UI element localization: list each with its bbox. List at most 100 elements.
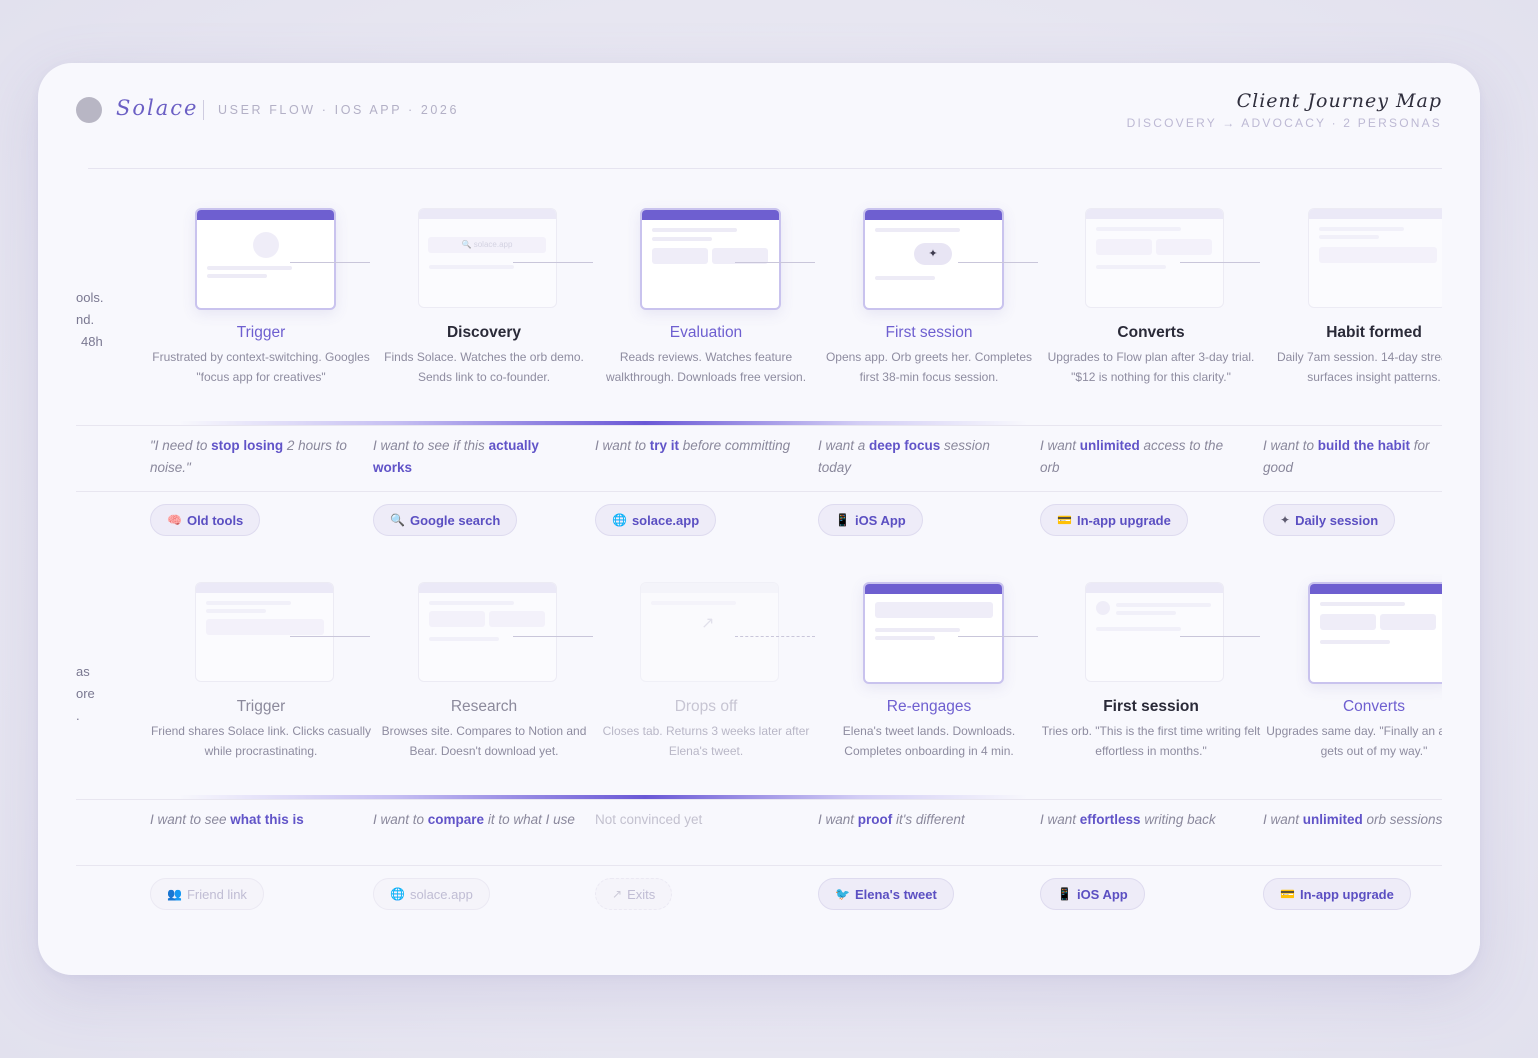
stage-description: Frustrated by context-switching. Googles… [152, 350, 370, 384]
user-quote: "I need to stop losing 2 hours to noise.… [150, 438, 347, 475]
stage-title: First session [885, 324, 973, 341]
screen-thumbnail[interactable] [195, 208, 336, 310]
row-divider [76, 491, 1442, 492]
edge-line: 48h [81, 334, 103, 349]
user-quote: I want unlimited access to the orb [1040, 438, 1224, 475]
stage-title: Drops off [674, 698, 738, 715]
stage-description: Opens app. Orb greets her. Completes fir… [825, 350, 1033, 384]
screen-thumbnail[interactable]: ↗ [640, 582, 779, 682]
flow-connector [958, 636, 1038, 637]
flow-connector [513, 262, 593, 263]
stage-title: Discovery [446, 324, 522, 341]
screen-thumbnail[interactable] [1085, 582, 1224, 682]
touchpoint-pill[interactable]: 🌐 solace.app [595, 504, 717, 536]
user-quote: I want effortless writing back [1040, 812, 1216, 827]
touchpoint-pill[interactable]: 🌐 solace.app [373, 878, 490, 910]
stage-description: Browses site. Compares to Notion and Bea… [381, 724, 587, 758]
flow-connector [735, 262, 815, 263]
stage-description: Upgrades to Flow plan after 3-day trial.… [1047, 350, 1255, 384]
edge-line: nd. [76, 312, 95, 327]
header-divider [203, 100, 204, 120]
stage-title: Trigger [236, 698, 286, 715]
users-icon: 👥 [167, 887, 182, 901]
stage-title: Trigger [236, 324, 286, 341]
user-quote: I want proof it's different [818, 812, 965, 827]
touchpoint-pill[interactable]: 🔍 Google search [373, 504, 518, 536]
persona1-edge-text: ools. nd. 48h [76, 287, 103, 353]
stage-title: Research [450, 698, 518, 715]
orb-icon: ✦ [914, 243, 952, 265]
phone-icon: 📱 [1057, 887, 1072, 901]
stage-description: Finds Solace. Watches the orb demo. Send… [384, 350, 584, 384]
edge-line: as [76, 664, 90, 679]
flow-connector [290, 262, 370, 263]
user-quote: I want to compare it to what I use [373, 812, 575, 827]
card-icon: 💳 [1280, 887, 1295, 901]
user-quote: I want a deep focus session today [818, 438, 990, 475]
brand-name: Solace [116, 96, 199, 120]
touchpoint-pill[interactable]: 💳 In-app upgrade [1040, 504, 1188, 536]
row-divider [76, 425, 1442, 426]
map-subtitle: DISCOVERY → ADVOCACY · 2 PERSONAS [1126, 116, 1442, 130]
touchpoint-pill[interactable]: ↗ Exits [595, 878, 673, 910]
user-quote: I want to try it before committing [595, 438, 791, 453]
map-title: Client Journey Map [1236, 90, 1442, 112]
touchpoint-pill[interactable]: 📱 iOS App [1040, 878, 1145, 910]
edge-line: . [76, 708, 80, 723]
screen-thumbnail[interactable] [1085, 208, 1224, 308]
globe-icon: 🌐 [390, 887, 405, 901]
screen-thumbnail[interactable] [863, 582, 1004, 684]
flow-connector [1180, 636, 1260, 637]
screen-thumbnail[interactable] [640, 208, 781, 310]
persona2-edge-text: as ore . [76, 661, 95, 727]
card-icon: 💳 [1057, 513, 1072, 527]
search-bar: 🔍 solace.app [428, 237, 546, 253]
user-quote: I want to see if this actually works [373, 438, 539, 475]
screen-thumbnail[interactable] [418, 582, 557, 682]
screen-thumbnail[interactable] [1308, 208, 1447, 308]
edge-line: ools. [76, 290, 104, 305]
phone-icon: 📱 [835, 513, 850, 527]
screen-thumbnail[interactable]: ✦ [863, 208, 1004, 310]
touchpoint-pill[interactable]: ✦ Daily session [1263, 504, 1396, 536]
user-quote: I want to see what this is [150, 812, 304, 827]
right-edge-mask [1442, 63, 1480, 975]
screen-thumbnail[interactable] [195, 582, 334, 682]
flow-connector [1180, 262, 1260, 263]
stage-description: Closes tab. Returns 3 weeks later after … [602, 724, 810, 758]
touchpoint-pill[interactable]: 🧠 Old tools [150, 504, 261, 536]
user-quote: I want to build the habit for good [1263, 438, 1430, 475]
touchpoint-pill[interactable]: 👥 Friend link [150, 878, 264, 910]
stage-description: Friend shares Solace link. Clicks casual… [150, 724, 372, 758]
header-subtitle: USER FLOW · IOS APP · 2026 [218, 103, 460, 117]
header: Solace USER FLOW · IOS APP · 2026 Client… [38, 63, 1480, 169]
bird-icon: 🐦 [835, 887, 850, 901]
user-quote: I want unlimited orb sessions [1263, 812, 1443, 827]
stage-description: Elena's tweet lands. Downloads. Complete… [842, 724, 1016, 758]
row-divider [76, 865, 1442, 866]
row-divider [76, 799, 1442, 800]
search-icon: 🔍 [390, 513, 405, 527]
exit-arrow-icon: ↗ [612, 887, 623, 901]
header-rule [88, 168, 1442, 169]
exit-arrow-icon: ↗ [701, 615, 715, 632]
sparkle-icon: ✦ [1280, 513, 1291, 527]
touchpoint-pill[interactable]: 🐦 Elena's tweet [818, 878, 954, 910]
stage-title: Evaluation [669, 324, 743, 341]
flow-connector [513, 636, 593, 637]
globe-icon: 🌐 [612, 513, 627, 527]
journey-map-card: Solace USER FLOW · IOS APP · 2026 Client… [38, 63, 1480, 975]
screen-thumbnail[interactable] [1308, 582, 1449, 684]
edge-line: ore [76, 686, 95, 701]
touchpoint-pill[interactable]: 📱 iOS App [818, 504, 923, 536]
stage-title: Re-engages [886, 698, 972, 715]
logo-icon [76, 97, 102, 123]
stage-description: Reads reviews. Watches feature walkthrou… [605, 350, 807, 384]
brain-icon: 🧠 [167, 513, 182, 527]
flow-connector [958, 262, 1038, 263]
flow-connector [735, 636, 815, 637]
stage-title: First session [1103, 698, 1199, 715]
screen-thumbnail[interactable]: 🔍 solace.app [418, 208, 557, 308]
stage-description: Tries orb. "This is the first time writi… [1041, 724, 1261, 758]
touchpoint-pill[interactable]: 💳 In-app upgrade [1263, 878, 1411, 910]
